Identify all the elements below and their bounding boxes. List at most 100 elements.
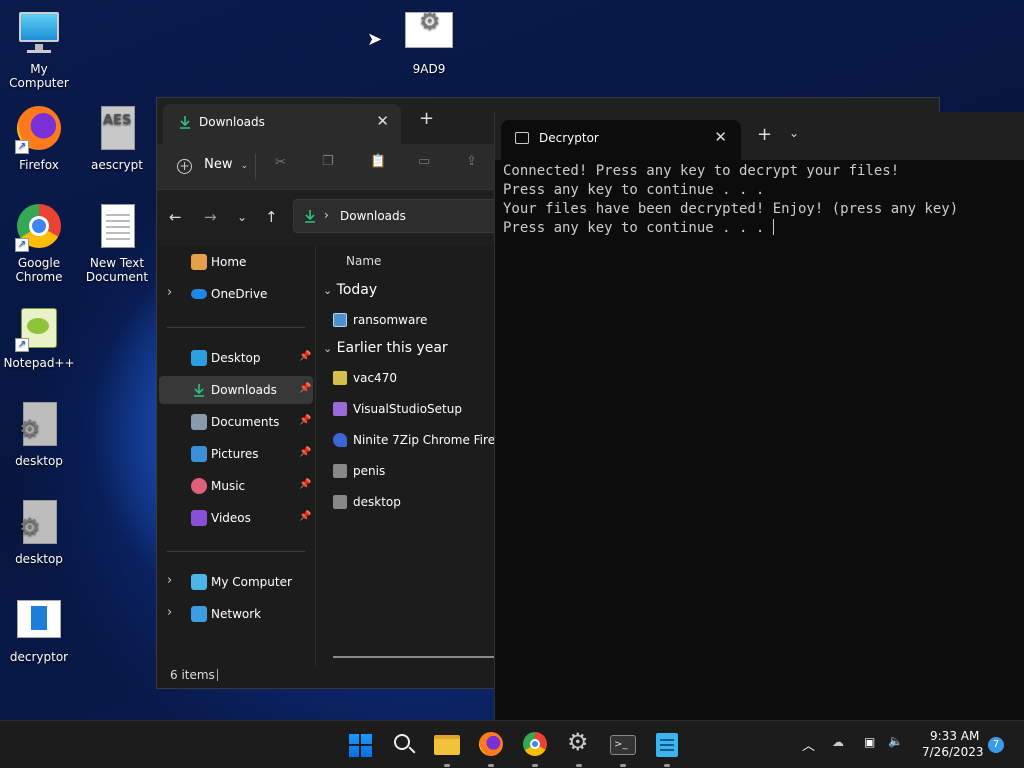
sidebar-item-network[interactable]: › Network xyxy=(159,600,313,628)
copy-icon[interactable]: ❐ xyxy=(322,154,334,169)
horizontal-scrollbar[interactable] xyxy=(333,656,503,658)
pin-icon[interactable]: 📌 xyxy=(299,511,311,522)
settings-file-icon xyxy=(333,495,347,509)
sidebar-item-home[interactable]: Home xyxy=(159,248,313,276)
pin-icon[interactable]: 📌 xyxy=(299,479,311,490)
close-tab-icon[interactable]: ✕ xyxy=(714,128,727,146)
explorer-tab-downloads[interactable]: Downloads ✕ xyxy=(163,104,401,144)
taskbar-firefox[interactable] xyxy=(478,731,506,767)
collapse-chevron-icon: ⌄ xyxy=(323,342,333,355)
taskbar-chrome[interactable] xyxy=(522,731,550,767)
taskbar-file-explorer[interactable] xyxy=(434,731,462,767)
desktop-icon-firefox[interactable]: ↗ Firefox xyxy=(1,106,77,172)
up-arrow-icon[interactable]: ↑ xyxy=(265,208,278,226)
sidebar-item-documents[interactable]: Documents 📌 xyxy=(159,408,313,436)
taskbar-terminal[interactable]: >_ xyxy=(610,731,638,767)
cloud-offline-icon[interactable]: ☁ xyxy=(832,735,844,749)
file-name: vac470 xyxy=(353,371,397,385)
network-icon[interactable]: ▣ xyxy=(864,735,875,749)
address-bar[interactable]: › Downloads xyxy=(293,199,503,233)
group-header-earlier[interactable]: ⌄ Earlier this year xyxy=(323,340,448,356)
pane-divider xyxy=(315,246,316,666)
desktop-icon-chrome[interactable]: ↗ Google Chrome xyxy=(1,204,77,284)
sidebar-item-onedrive[interactable]: › OneDrive xyxy=(159,280,313,308)
running-indicator xyxy=(488,764,494,767)
file-item[interactable]: VisualStudioSetup xyxy=(333,402,462,416)
cut-icon[interactable]: ✂ xyxy=(275,155,286,170)
file-name: Ninite 7Zip Chrome Firefox xyxy=(353,433,514,447)
running-indicator xyxy=(444,764,450,767)
notification-badge[interactable]: 7 xyxy=(988,737,1004,753)
monitor-icon xyxy=(15,10,63,58)
file-item[interactable]: penis xyxy=(333,464,385,478)
installer-icon xyxy=(333,371,347,385)
terminal-line: Press any key to continue . . . xyxy=(503,220,773,236)
folder-icon xyxy=(434,735,460,755)
paste-icon[interactable]: 📋 xyxy=(370,154,386,169)
desktop-icon-desktop-2[interactable]: ⚙ desktop xyxy=(1,500,77,566)
start-button[interactable] xyxy=(346,731,374,759)
volume-icon[interactable]: 🔈 xyxy=(888,734,903,748)
new-tab-button[interactable]: + xyxy=(419,108,434,129)
file-item[interactable]: vac470 xyxy=(333,371,397,385)
desktop-icon-decryptor[interactable]: decryptor xyxy=(1,598,77,664)
desktop-icon-aescrypt[interactable]: AES aescrypt xyxy=(79,106,155,172)
recent-chevron-icon[interactable]: ⌄ xyxy=(237,210,247,224)
clock-date[interactable]: 7/26/2023 xyxy=(922,745,984,759)
firefox-icon xyxy=(479,732,503,756)
taskbar-settings[interactable]: ⚙ xyxy=(566,728,594,767)
desktop-icon-new-text-document[interactable]: New Text Document xyxy=(79,204,155,284)
file-item[interactable]: ransomware xyxy=(333,313,427,327)
desktop-icon-label: desktop xyxy=(15,454,63,468)
pin-icon[interactable]: 📌 xyxy=(299,351,311,362)
share-icon[interactable]: ⇪ xyxy=(466,154,477,169)
address-path: Downloads xyxy=(340,209,406,223)
sidebar-item-desktop[interactable]: Desktop 📌 xyxy=(159,344,313,372)
group-header-today[interactable]: ⌄ Today xyxy=(323,282,377,298)
terminal-tab-bar: Decryptor ✕ + ⌄ xyxy=(495,112,1024,160)
exe-file-icon xyxy=(333,313,347,327)
taskbar-notepad[interactable] xyxy=(654,731,682,767)
terminal-output[interactable]: Connected! Press any key to decrypt your… xyxy=(503,162,958,238)
rename-icon[interactable]: ▭ xyxy=(418,154,430,169)
file-item[interactable]: desktop xyxy=(333,495,401,509)
sidebar-item-downloads[interactable]: Downloads 📌 xyxy=(159,376,313,404)
terminal-tab-decryptor[interactable]: Decryptor ✕ xyxy=(501,120,741,160)
file-name: penis xyxy=(353,464,386,478)
sidebar-item-videos[interactable]: Videos 📌 xyxy=(159,504,313,532)
column-header-name[interactable]: Name xyxy=(346,254,381,268)
show-hidden-icons-chevron-icon[interactable]: ︿ xyxy=(802,735,815,754)
notepadpp-icon: ↗ xyxy=(15,304,63,352)
expand-chevron-icon[interactable]: › xyxy=(167,605,172,620)
desktop-icon-desktop-1[interactable]: ⚙ desktop xyxy=(1,402,77,468)
forward-arrow-icon[interactable]: → xyxy=(204,208,217,226)
pin-icon[interactable]: 📌 xyxy=(299,415,311,426)
new-tab-button[interactable]: + xyxy=(757,124,772,145)
desktop-icon-notepadpp[interactable]: ↗ Notepad++ xyxy=(1,304,77,370)
clock-time[interactable]: 9:33 AM xyxy=(930,729,979,743)
sidebar-item-pictures[interactable]: Pictures 📌 xyxy=(159,440,313,468)
new-button-label: New xyxy=(204,157,233,172)
expand-chevron-icon[interactable]: › xyxy=(167,573,172,588)
new-button[interactable]: + New ⌄ xyxy=(177,157,248,174)
desktop-icon-my-computer[interactable]: My Computer xyxy=(1,10,77,90)
pin-icon[interactable]: 📌 xyxy=(299,383,311,394)
expand-chevron-icon[interactable]: › xyxy=(167,285,172,300)
desktop-icon-label: Notepad++ xyxy=(3,356,75,370)
sidebar-item-music[interactable]: Music 📌 xyxy=(159,472,313,500)
download-icon xyxy=(177,114,193,134)
desktop-icon-label: New Text Document xyxy=(85,256,149,284)
sidebar-item-my-computer[interactable]: › My Computer xyxy=(159,568,313,596)
music-icon xyxy=(191,478,207,494)
terminal-tab-title: Decryptor xyxy=(539,131,599,145)
search-button[interactable] xyxy=(390,731,418,759)
app-window-icon xyxy=(15,598,63,646)
desktop-icon-9ad9[interactable]: ⚙ 9AD9 xyxy=(391,9,467,76)
gear-icon: ⚙ xyxy=(567,728,589,756)
pin-icon[interactable]: 📌 xyxy=(299,447,311,458)
back-arrow-icon[interactable]: ← xyxy=(169,208,182,226)
file-item[interactable]: Ninite 7Zip Chrome Firefox xyxy=(333,433,513,447)
close-tab-icon[interactable]: ✕ xyxy=(376,112,389,130)
dropdown-chevron-icon[interactable]: ⌄ xyxy=(789,126,799,140)
chrome-icon: ↗ xyxy=(15,204,63,252)
